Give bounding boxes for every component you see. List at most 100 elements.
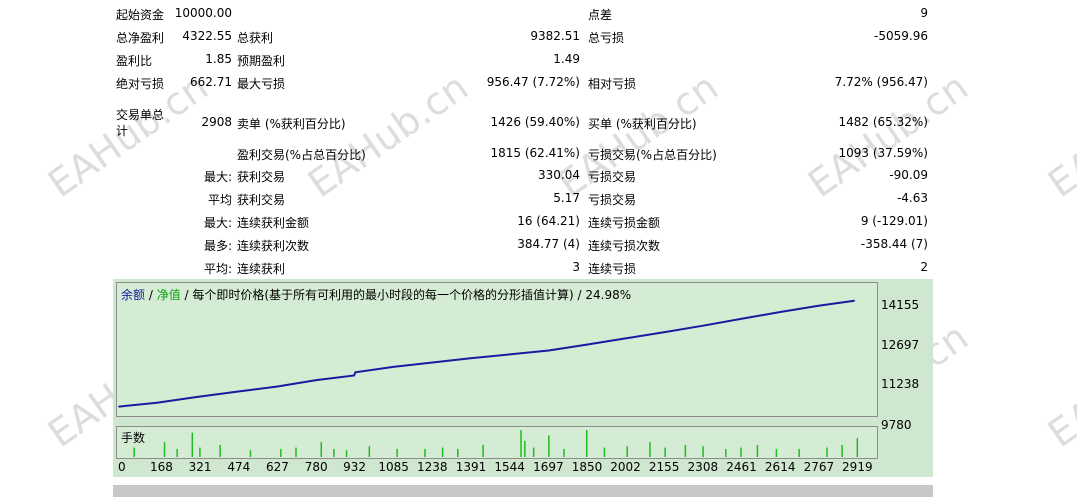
- chart-legend: 余额 / 净值 / 每个即时价格(基于所有可利用的最小时段的每一个价格的分形插值…: [121, 286, 631, 303]
- x-tick-label: 1544: [494, 460, 525, 474]
- total-net-profit-label: 总净盈利: [116, 31, 165, 45]
- x-tick-label: 1238: [417, 460, 448, 474]
- y-tick-label: 14155: [881, 298, 920, 312]
- avg-consec-wins-label: 连续获利: [237, 262, 286, 276]
- expected-payoff-label: 预期盈利: [237, 54, 286, 68]
- total-net-profit-value: 4322.55: [182, 29, 232, 43]
- total-trades-label-line2: 计: [116, 124, 129, 138]
- x-tick-label: 321: [188, 460, 212, 474]
- average-loss-label: 亏损交易: [588, 193, 637, 207]
- x-tick-label: 627: [266, 460, 289, 474]
- balance-point: [853, 299, 856, 302]
- relative-drawdown-value: 7.72% (956.47): [834, 75, 928, 89]
- maximal-consec-profit-label: 连续获利次数: [237, 239, 310, 253]
- x-tick-label: 1085: [378, 460, 409, 474]
- gross-profit-label: 总获利: [237, 31, 274, 45]
- max-consec-wins-label: 连续获利金额: [237, 216, 310, 230]
- maximal-drawdown-label: 最大亏损: [237, 77, 286, 91]
- lots-chart-svg: [133, 430, 859, 457]
- average-loss-value: -4.63: [896, 191, 928, 205]
- spread-label: 点差: [588, 8, 613, 22]
- avg-consec-losses-label: 连续亏损: [588, 262, 637, 276]
- maximal-drawdown-value: 956.47 (7.72%): [486, 75, 580, 89]
- legend-separator: /: [145, 288, 157, 302]
- avg-consec-prefix: 平均:: [203, 262, 232, 276]
- balance-point: [354, 371, 357, 374]
- balance-chart-panel: 余额 / 净值 / 每个即时价格(基于所有可利用的最小时段的每一个价格的分形插值…: [113, 279, 933, 477]
- largest-profit-label: 获利交易: [237, 170, 286, 184]
- balance-point: [623, 337, 626, 340]
- y-tick-label: 11238: [881, 377, 920, 391]
- average-prefix: 平均: [207, 193, 232, 207]
- balance-point: [702, 324, 704, 327]
- largest-prefix: 最大:: [203, 170, 232, 184]
- average-profit-value: 5.17: [553, 191, 580, 205]
- x-tick-label: 2919: [842, 460, 873, 474]
- total-trades-label-line1: 交易单总: [116, 108, 165, 122]
- profit-factor-label: 盈利比: [116, 54, 153, 68]
- x-tick-label: 2767: [803, 460, 835, 474]
- x-tick-label: 0: [118, 460, 126, 474]
- legend-separator: /: [180, 288, 193, 302]
- x-tick-label: 474: [227, 460, 251, 474]
- balance-point: [548, 349, 550, 352]
- balance-point: [118, 405, 120, 408]
- loss-trades-value: 1093 (37.59%): [838, 146, 928, 160]
- max-consec-losses-value: 9 (-129.01): [860, 214, 928, 228]
- balance-point: [508, 353, 511, 356]
- initial-deposit-value: 10000.00: [174, 6, 232, 20]
- x-tick-label: 1697: [533, 460, 564, 474]
- x-tick-label: 1850: [571, 460, 603, 474]
- profit-trades-label: 盈利交易(%占总百分比): [237, 148, 366, 162]
- x-tick-label: 2002: [610, 460, 641, 474]
- long-positions-value: 1482 (65.32%): [838, 115, 928, 129]
- x-tick-label: 1391: [455, 460, 487, 474]
- average-profit-label: 获利交易: [237, 193, 286, 207]
- max-consec-wins-value: 16 (64.21): [517, 214, 580, 228]
- x-tick-label: 932: [343, 460, 367, 474]
- short-positions-value: 1426 (59.40%): [490, 115, 580, 129]
- expected-payoff-value: 1.49: [553, 52, 580, 66]
- profit-trades-value: 1815 (62.41%): [490, 146, 580, 160]
- balance-point: [740, 318, 742, 320]
- relative-drawdown-label: 相对亏损: [588, 77, 637, 91]
- x-tick-label: 168: [149, 460, 173, 474]
- balance-point: [156, 401, 158, 404]
- avg-consec-wins-value: 3: [572, 260, 580, 274]
- balance-point: [585, 343, 588, 346]
- largest-loss-value: -90.09: [889, 168, 928, 182]
- y-tick-label: 9780: [881, 418, 912, 432]
- profit-factor-value: 1.85: [205, 52, 232, 66]
- total-trades-value: 2908: [201, 115, 232, 129]
- legend-equity: 净值: [156, 288, 181, 302]
- x-tick-label: 2614: [764, 460, 796, 474]
- balance-point: [276, 385, 279, 388]
- balance-point: [234, 391, 237, 393]
- x-tick-label: 2308: [687, 460, 719, 474]
- balance-point: [779, 311, 781, 313]
- gross-loss-value: -5059.96: [874, 29, 928, 43]
- long-positions-label: 买单 (%获利百分比): [588, 117, 697, 131]
- maximal-consec-loss-label: 连续亏损次数: [588, 239, 661, 253]
- watermark-text: EAHub.cn: [1040, 64, 1077, 207]
- trades-table-header: [113, 485, 933, 497]
- gross-loss-label: 总亏损: [588, 31, 625, 45]
- maximal-consec-profit-value: 384.77 (4): [517, 237, 580, 251]
- gross-profit-value: 9382.51: [530, 29, 580, 43]
- maximal-consec-loss-value: -358.44 (7): [860, 237, 928, 251]
- legend-balance: 余额: [121, 288, 146, 302]
- balance-point: [818, 304, 821, 307]
- maximal-prefix: 最多:: [203, 239, 232, 253]
- balance-series-line: [118, 299, 855, 408]
- largest-profit-value: 330.04: [538, 168, 580, 182]
- max-consec-losses-label: 连续亏损金额: [588, 216, 661, 230]
- balance-point: [663, 331, 665, 334]
- balance-point: [353, 374, 355, 377]
- x-tick-label: 2461: [726, 460, 757, 474]
- lots-label: 手数: [121, 431, 146, 445]
- balance-point: [315, 379, 318, 381]
- spread-value: 9: [920, 6, 928, 20]
- balance-plot-area: 余额 / 净值 / 每个即时价格(基于所有可利用的最小时段的每一个价格的分形插值…: [116, 282, 878, 417]
- largest-loss-label: 亏损交易: [588, 170, 637, 184]
- absolute-drawdown-label: 绝对亏损: [116, 77, 165, 91]
